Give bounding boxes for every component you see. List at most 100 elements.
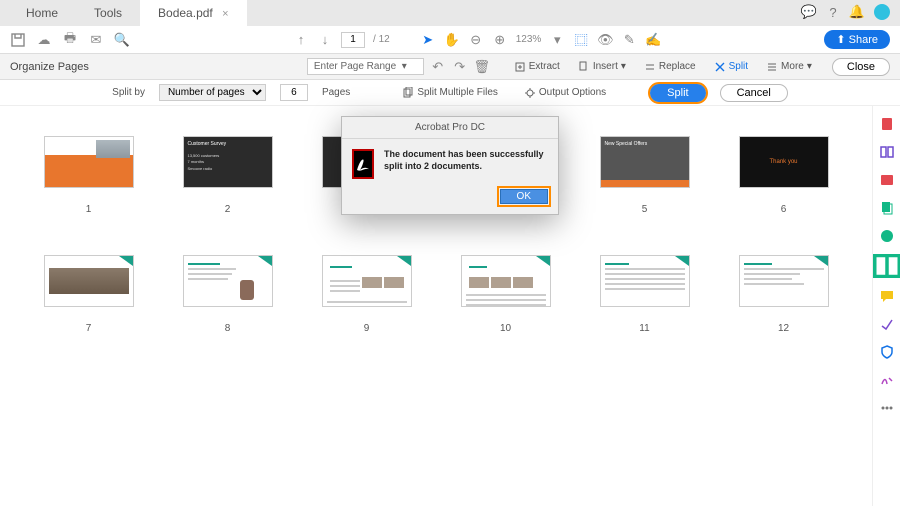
toolbar-center: ↑ ↓ / 12 ➤ ✋ ⊖ ⊕ 123% ▾ ⿴ 👁 ✎ ✍ <box>293 32 661 48</box>
page-item-5[interactable]: New Special Offers5 <box>596 136 693 215</box>
cloud-icon[interactable]: ☁ <box>36 32 52 48</box>
page-item-1[interactable]: 1 <box>40 136 137 215</box>
page-number: 11 <box>639 323 649 334</box>
rail-share-icon[interactable] <box>879 228 895 244</box>
tab-bar: Home Tools Bodea.pdf × 💬 ? 🔔 <box>0 0 900 26</box>
share-label: Share <box>849 34 878 46</box>
split-tool-button[interactable]: Split <box>708 59 754 75</box>
save-icon[interactable] <box>10 32 26 48</box>
page-total: / 12 <box>373 34 390 45</box>
zoom-in-icon[interactable]: ⊕ <box>492 32 508 48</box>
rotate-right-icon[interactable]: ↷ <box>452 59 468 75</box>
page-number: 7 <box>86 323 92 334</box>
print-icon[interactable]: 🖶 <box>62 32 78 48</box>
extract-button[interactable]: Extract <box>508 59 566 75</box>
rail-create-icon[interactable] <box>879 116 895 132</box>
page-number: 9 <box>364 323 370 334</box>
page-range-label: Enter Page Range <box>314 61 396 72</box>
up-arrow-icon[interactable]: ↑ <box>293 32 309 48</box>
rail-comment-icon[interactable] <box>879 288 895 304</box>
page-item-12[interactable]: 12 <box>735 255 832 334</box>
rail-protect-icon[interactable] <box>879 344 895 360</box>
split-button[interactable]: Split <box>650 84 705 102</box>
split-multiple-label: Split Multiple Files <box>417 87 498 98</box>
rail-edit-icon[interactable] <box>879 144 895 160</box>
zoom-out-icon[interactable]: ⊖ <box>468 32 484 48</box>
rail-export-icon[interactable] <box>879 172 895 188</box>
organize-title: Organize Pages <box>10 61 89 73</box>
ok-button[interactable]: OK <box>500 189 548 204</box>
insert-button[interactable]: Insert ▾ <box>572 59 632 75</box>
page-number: 8 <box>225 323 231 334</box>
fit-icon[interactable]: ⿴ <box>573 32 589 48</box>
page-number: 10 <box>500 323 511 334</box>
help-icon[interactable]: ? <box>826 5 840 19</box>
delete-icon[interactable]: 🗑 <box>474 59 490 75</box>
page-number: 1 <box>86 204 92 215</box>
page-item-10[interactable]: 10 <box>457 255 554 334</box>
page-item-2[interactable]: Customer Survey13,500 customers7 monthsS… <box>179 136 276 215</box>
output-options-label: Output Options <box>539 87 606 98</box>
page-range-select[interactable]: Enter Page Range ▾ <box>307 58 424 75</box>
dropdown-icon[interactable]: ▾ <box>549 32 565 48</box>
more-button[interactable]: More ▾ <box>760 59 818 75</box>
page-item-11[interactable]: 11 <box>596 255 693 334</box>
page-number: 5 <box>642 204 648 215</box>
pages-label: Pages <box>322 87 350 98</box>
acrobat-icon <box>352 149 374 179</box>
main-toolbar: ☁ 🖶 ✉ 🔍 ↑ ↓ / 12 ➤ ✋ ⊖ ⊕ 123% ▾ ⿴ 👁 ✎ ✍ … <box>0 26 900 54</box>
split-count-input[interactable] <box>280 84 308 101</box>
top-right-icons: 💬 ? 🔔 <box>802 4 890 20</box>
sign-icon[interactable]: ✍ <box>645 32 661 48</box>
insert-label: Insert <box>593 61 618 72</box>
page-item-7[interactable]: 7 <box>40 255 137 334</box>
page-item-8[interactable]: 8 <box>179 255 276 334</box>
rail-combine-icon[interactable] <box>879 200 895 216</box>
split-by-label: Split by <box>112 87 145 98</box>
right-rail <box>872 106 900 506</box>
organize-bar: Organize Pages Enter Page Range ▾ ↶ ↷ 🗑 … <box>0 54 900 80</box>
bell-icon[interactable]: 🔔 <box>850 5 864 19</box>
hand-icon[interactable]: ✋ <box>444 32 460 48</box>
extract-label: Extract <box>529 61 560 72</box>
page-item-9[interactable]: 9 <box>318 255 415 334</box>
rail-sign-icon[interactable] <box>879 372 895 388</box>
split-multiple-button[interactable]: Split Multiple Files <box>396 85 504 101</box>
tab-home[interactable]: Home <box>8 0 76 26</box>
page-number: 6 <box>781 204 787 215</box>
rotate-left-icon[interactable]: ↶ <box>430 59 446 75</box>
search-icon[interactable]: 🔍 <box>114 32 130 48</box>
cancel-button[interactable]: Cancel <box>720 84 788 102</box>
share-button[interactable]: ⬆ Share <box>824 30 890 49</box>
mail-icon[interactable]: ✉ <box>88 32 104 48</box>
page-number: 12 <box>778 323 789 334</box>
success-dialog: Acrobat Pro DC The document has been suc… <box>341 116 559 215</box>
page-item-6[interactable]: Thank you 6 <box>735 136 832 215</box>
more-label: More <box>781 61 804 72</box>
split-options-bar: Split by Number of pages Pages Split Mul… <box>0 80 900 106</box>
page-input[interactable] <box>341 32 365 48</box>
replace-button[interactable]: Replace <box>638 59 702 75</box>
thumb-6-text: Thank you <box>769 159 797 165</box>
zoom-value: 123% <box>516 34 542 45</box>
avatar[interactable] <box>874 4 890 20</box>
output-options-button[interactable]: Output Options <box>518 85 612 101</box>
dialog-title: Acrobat Pro DC <box>342 117 558 139</box>
rail-fill-icon[interactable] <box>879 316 895 332</box>
replace-label: Replace <box>659 61 696 72</box>
chat-icon[interactable]: 💬 <box>802 5 816 19</box>
split-label: Split <box>729 61 748 72</box>
split-mode-select[interactable]: Number of pages <box>159 84 266 101</box>
close-tab-icon[interactable]: × <box>222 8 228 20</box>
pointer-icon[interactable]: ➤ <box>420 32 436 48</box>
close-button[interactable]: Close <box>832 58 890 76</box>
rail-organize-icon[interactable] <box>873 254 900 278</box>
tab-document-label: Bodea.pdf <box>158 6 213 20</box>
read-icon[interactable]: 👁 <box>597 32 613 48</box>
down-arrow-icon[interactable]: ↓ <box>317 32 333 48</box>
page-number: 2 <box>225 204 231 215</box>
tab-tools[interactable]: Tools <box>76 0 140 26</box>
rail-more-icon[interactable] <box>879 400 895 416</box>
tab-document[interactable]: Bodea.pdf × <box>140 0 247 26</box>
annot-icon[interactable]: ✎ <box>621 32 637 48</box>
